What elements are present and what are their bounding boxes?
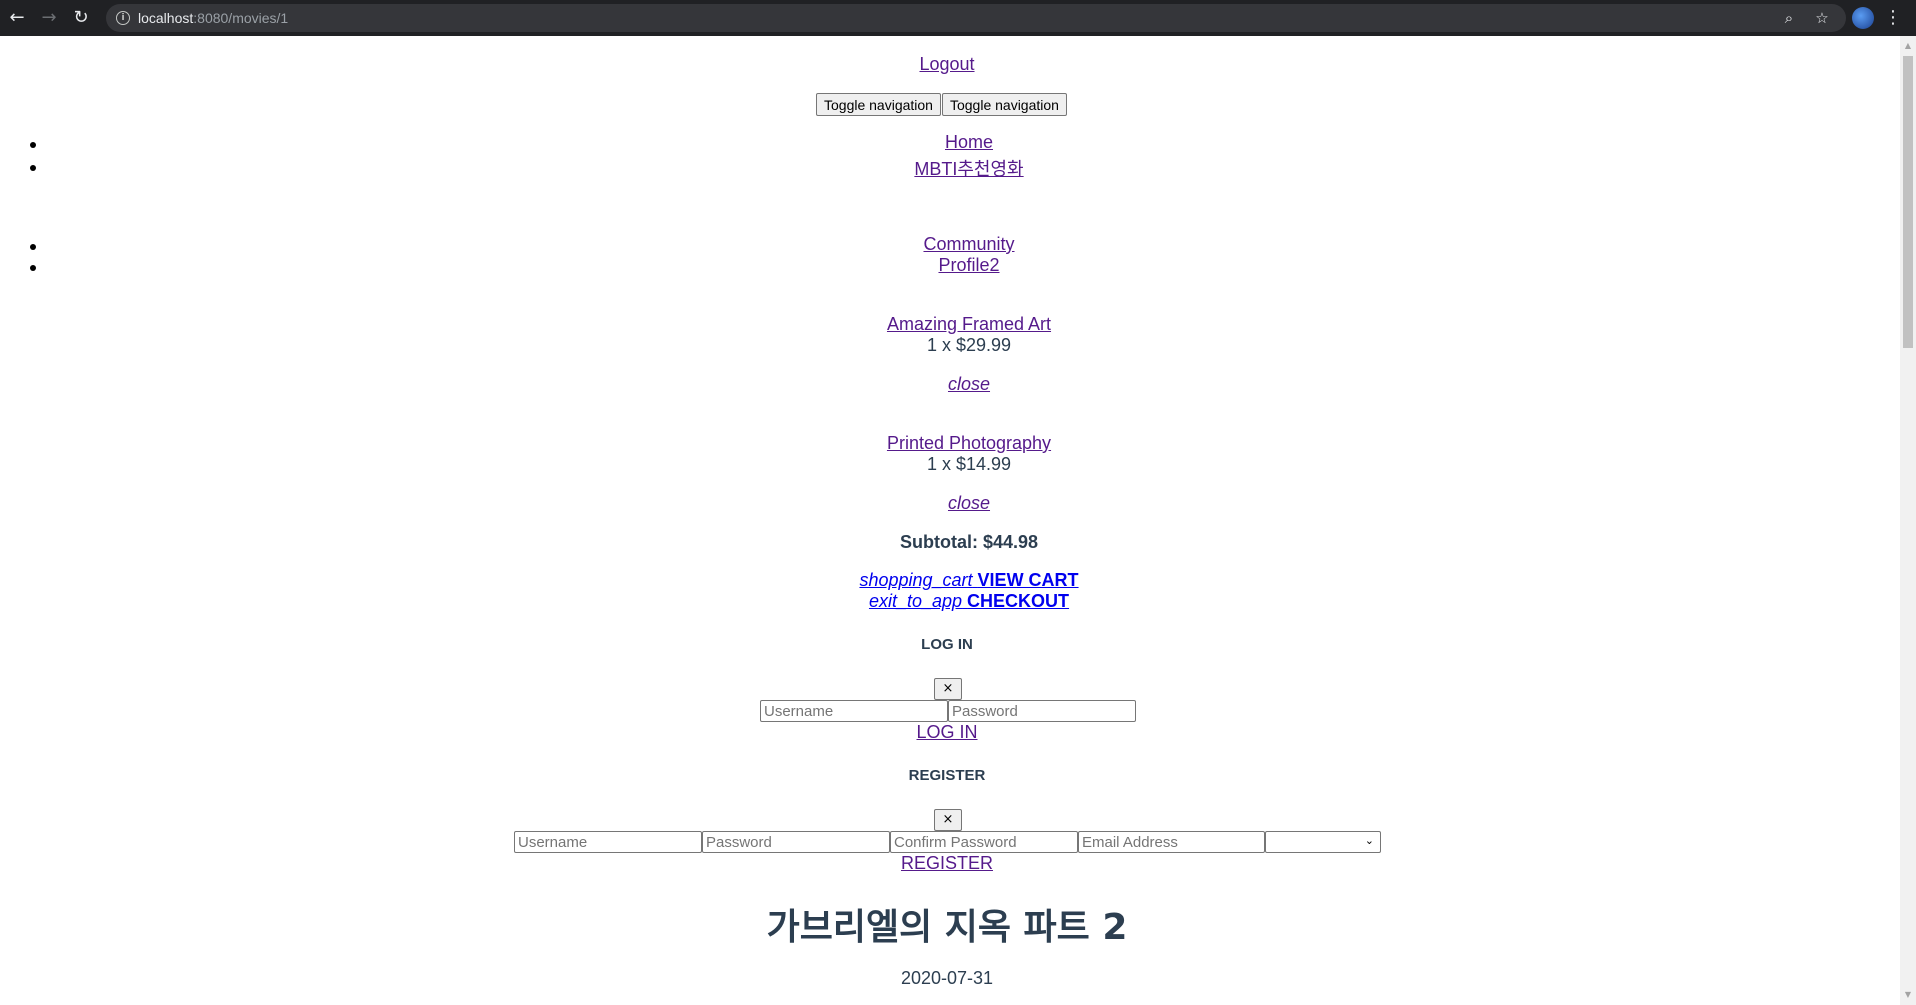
- scroll-up-icon[interactable]: ▲: [1900, 38, 1916, 54]
- scroll-down-icon[interactable]: ▼: [1900, 987, 1916, 1003]
- url-host: localhost: [138, 10, 194, 26]
- cart-item-name[interactable]: Amazing Framed Art: [887, 314, 1051, 335]
- nav-mbti-link[interactable]: MBTI추천영화: [914, 155, 1023, 181]
- nav-profile-link[interactable]: Profile2: [938, 255, 999, 276]
- register-email-input[interactable]: [1078, 831, 1265, 853]
- login-title: LOG IN: [921, 636, 973, 653]
- nav-community-link[interactable]: Community: [923, 234, 1014, 255]
- toggle-navigation-button[interactable]: Toggle navigation: [816, 93, 941, 116]
- page-content: Logout Toggle navigation Toggle navigati…: [0, 36, 1900, 1005]
- list-bullet: [30, 244, 36, 250]
- view-cart-link[interactable]: shopping_cart VIEW CART: [859, 570, 1078, 591]
- browser-toolbar: ← → ↻ i localhost:8080/movies/1 ⌕ ☆ ⋮: [0, 0, 1916, 36]
- url-text[interactable]: localhost:8080/movies/1: [138, 10, 288, 26]
- chevron-down-icon: ⌄: [1364, 834, 1374, 847]
- login-password-input[interactable]: [948, 700, 1136, 722]
- login-username-input[interactable]: [760, 700, 948, 722]
- list-bullet: [30, 165, 36, 171]
- reload-icon[interactable]: ↻: [69, 6, 93, 30]
- list-bullet: [30, 265, 36, 271]
- back-icon[interactable]: ←: [5, 6, 29, 30]
- info-icon[interactable]: i: [116, 11, 130, 25]
- view-cart-label: VIEW CART: [977, 570, 1079, 590]
- register-password-input[interactable]: [702, 831, 890, 853]
- login-submit-link[interactable]: LOG IN: [916, 722, 977, 743]
- cart-item-qty-price: 1 x $14.99: [926, 454, 1012, 474]
- register-submit-link[interactable]: REGISTER: [901, 853, 993, 874]
- register-confirm-password-input[interactable]: [890, 831, 1078, 853]
- nav-home-link[interactable]: Home: [945, 132, 993, 153]
- list-bullet: [30, 142, 36, 148]
- movie-release-date: 2020-07-31: [900, 968, 994, 988]
- cart-subtotal: Subtotal: $44.98: [899, 532, 1039, 552]
- exit-to-app-icon: exit_to_app: [868, 591, 963, 611]
- register-username-input[interactable]: [514, 831, 702, 853]
- cart-item-close-link[interactable]: close: [948, 493, 990, 514]
- register-mbti-select[interactable]: ⌄: [1265, 831, 1381, 853]
- profile-avatar[interactable]: [1852, 7, 1874, 29]
- url-path: :8080/movies/1: [193, 10, 289, 26]
- register-close-button[interactable]: ×: [934, 809, 962, 831]
- toggle-navigation-button-2[interactable]: Toggle navigation: [941, 93, 1067, 116]
- register-title: REGISTER: [908, 767, 986, 784]
- cart-item-name[interactable]: Printed Photography: [887, 433, 1051, 454]
- login-close-button[interactable]: ×: [934, 678, 962, 700]
- address-bar[interactable]: i localhost:8080/movies/1 ⌕ ☆: [106, 4, 1846, 32]
- kebab-menu-icon[interactable]: ⋮: [1884, 6, 1902, 30]
- checkout-label: CHECKOUT: [967, 591, 1070, 611]
- cart-item-close-link[interactable]: close: [948, 374, 990, 395]
- vertical-scrollbar[interactable]: ▲ ▼: [1900, 36, 1916, 1005]
- checkout-link[interactable]: exit_to_app CHECKOUT: [869, 591, 1069, 612]
- zoom-icon[interactable]: ⌕: [1779, 8, 1799, 28]
- logout-link[interactable]: Logout: [919, 54, 974, 75]
- shopping-cart-icon: shopping_cart: [859, 570, 973, 590]
- movie-title: 가브리엘의 지옥 파트 2: [766, 907, 1128, 948]
- star-icon[interactable]: ☆: [1812, 8, 1832, 28]
- toggle-nav-group: Toggle navigation Toggle navigation: [816, 93, 1067, 116]
- cart-item-qty-price: 1 x $29.99: [926, 335, 1012, 355]
- scrollbar-thumb[interactable]: [1903, 56, 1913, 348]
- forward-icon[interactable]: →: [37, 6, 61, 30]
